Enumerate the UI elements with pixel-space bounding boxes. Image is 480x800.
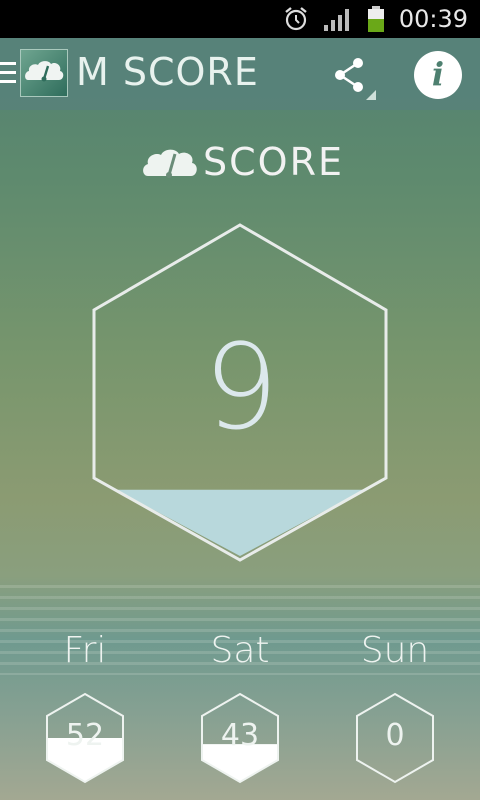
status-bar: 00:39 bbox=[0, 0, 480, 38]
brain-gauge-icon bbox=[143, 149, 197, 178]
battery-icon bbox=[367, 6, 384, 32]
main-score-fill bbox=[116, 489, 364, 556]
app-title: M SCORE bbox=[76, 50, 259, 94]
signal-icon bbox=[323, 9, 349, 31]
day-label-fri: Fri bbox=[63, 630, 107, 671]
action-bar: M SCORE i bbox=[0, 38, 480, 110]
share-icon[interactable] bbox=[330, 54, 376, 100]
main-score-value: 9 bbox=[203, 318, 278, 456]
day-score-sat: 43 bbox=[220, 718, 260, 753]
info-icon: i bbox=[431, 55, 445, 93]
logo-text: SCORE bbox=[203, 140, 344, 184]
day-score-fri: 52 bbox=[65, 718, 105, 753]
alarm-icon bbox=[285, 7, 307, 31]
app-icon[interactable] bbox=[20, 49, 68, 97]
status-time: 00:39 bbox=[398, 5, 468, 33]
menu-icon[interactable] bbox=[0, 62, 16, 84]
day-label-sat: Sat bbox=[210, 630, 270, 671]
brain-gauge-icon bbox=[25, 61, 64, 82]
score-logo: SCORE bbox=[140, 140, 350, 188]
day-score-sun: 0 bbox=[385, 718, 405, 753]
day-label-sun: Sun bbox=[360, 630, 430, 671]
info-button[interactable]: i bbox=[414, 51, 462, 99]
